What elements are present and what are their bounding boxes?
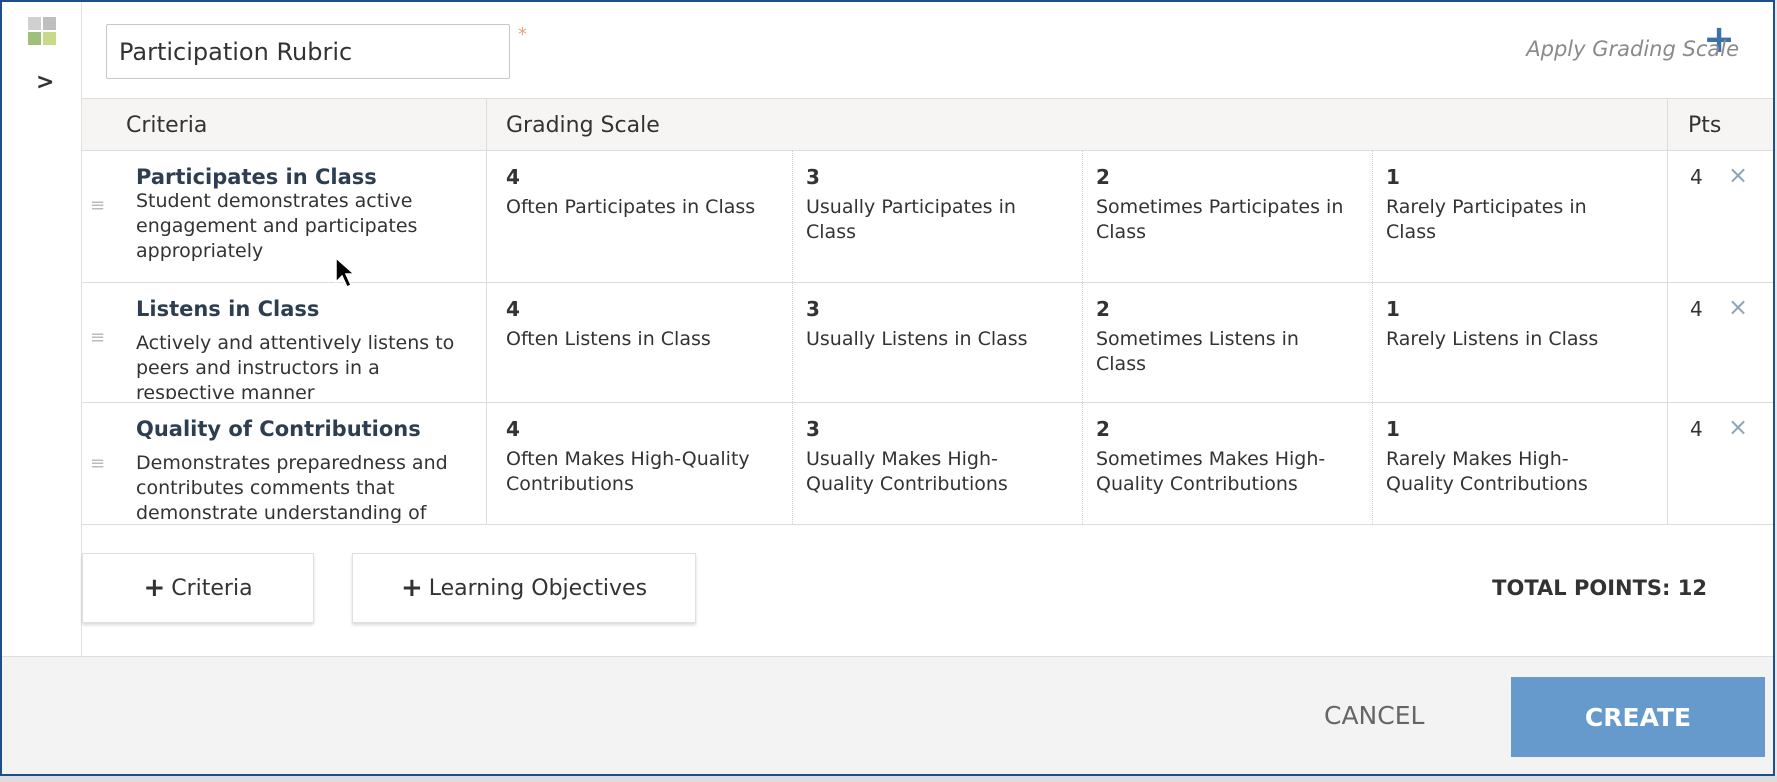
apply-grading-scale-link[interactable]: Apply Grading Scale: [1526, 37, 1739, 61]
points-value[interactable]: 4: [1690, 297, 1703, 321]
background-strip: [0, 776, 1777, 782]
cancel-button[interactable]: CANCEL: [1324, 701, 1424, 730]
level-description: Rarely Participates in Class: [1386, 196, 1587, 243]
level-description: Rarely Listens in Class: [1386, 328, 1599, 350]
modal-footer: CANCEL CREATE: [2, 656, 1773, 774]
level-score: 4: [506, 297, 520, 321]
level-cell[interactable]: 1 Rarely Participates in Class: [1386, 165, 1636, 245]
criteria-description[interactable]: Demonstrates preparedness and contribute…: [136, 451, 466, 524]
level-cell[interactable]: 3 Usually Participates in Class: [806, 165, 1056, 245]
level-score: 1: [1386, 297, 1400, 321]
level-cell[interactable]: 1 Rarely Makes High-Quality Contribution…: [1386, 417, 1636, 497]
points-value[interactable]: 4: [1690, 165, 1703, 189]
level-description: Sometimes Participates in Class: [1096, 196, 1344, 243]
add-learning-objectives-label: Learning Objectives: [428, 575, 648, 601]
level-cell[interactable]: 2 Sometimes Makes High-Quality Contribut…: [1096, 417, 1346, 497]
level-description: Sometimes Makes High-Quality Contributio…: [1096, 448, 1326, 495]
mouse-cursor-icon: [335, 256, 356, 289]
level-score: 4: [506, 417, 520, 441]
level-description: Often Listens in Class: [506, 328, 711, 350]
level-score: 3: [806, 165, 820, 189]
drag-handle-icon[interactable]: ≡: [90, 197, 106, 215]
add-criteria-label: Criteria: [171, 575, 253, 601]
level-cell[interactable]: 1 Rarely Listens in Class: [1386, 297, 1636, 352]
criteria-description[interactable]: Student demonstrates active engagement a…: [136, 189, 466, 264]
level-score: 1: [1386, 165, 1400, 189]
level-cell[interactable]: 3 Usually Listens in Class: [806, 297, 1056, 352]
header-grading-scale: Grading Scale: [506, 113, 660, 138]
grid-view-icon[interactable]: [28, 17, 58, 47]
level-score: 1: [1386, 417, 1400, 441]
create-button[interactable]: CREATE: [1511, 677, 1765, 757]
criteria-row: ≡ Quality of Contributions Demonstrates …: [82, 403, 1773, 524]
rubric-title-input[interactable]: [106, 24, 510, 79]
level-description: Sometimes Listens in Class: [1096, 328, 1299, 375]
rubric-title-wrap: *: [106, 24, 527, 79]
add-learning-objectives-button[interactable]: + Learning Objectives: [352, 553, 696, 623]
add-criteria-button[interactable]: + Criteria: [82, 553, 314, 623]
left-rail: >: [2, 2, 82, 658]
plus-icon: +: [400, 573, 423, 603]
remove-criteria-icon[interactable]: ×: [1728, 293, 1748, 321]
level-score: 3: [806, 417, 820, 441]
criteria-name[interactable]: Quality of Contributions: [136, 417, 421, 441]
level-score: 4: [506, 165, 520, 189]
chevron-right-icon[interactable]: >: [36, 70, 54, 95]
header-pts: Pts: [1688, 113, 1722, 138]
level-cell[interactable]: 4 Often Participates in Class: [506, 165, 756, 220]
points-value[interactable]: 4: [1690, 417, 1703, 441]
rubric-table: Criteria Grading Scale Pts ≡ Participate…: [82, 98, 1773, 525]
criteria-row: ≡ Listens in Class Actively and attentiv…: [82, 283, 1773, 403]
rubric-modal: > * + Apply Grading Scale Criteria Gradi…: [0, 0, 1775, 776]
level-score: 2: [1096, 165, 1110, 189]
level-cell[interactable]: 2 Sometimes Listens in Class: [1096, 297, 1346, 377]
level-score: 2: [1096, 297, 1110, 321]
level-score: 3: [806, 297, 820, 321]
drag-handle-icon[interactable]: ≡: [90, 455, 106, 473]
plus-icon: +: [143, 573, 166, 603]
remove-criteria-icon[interactable]: ×: [1728, 161, 1748, 189]
level-description: Usually Listens in Class: [806, 328, 1028, 350]
total-points: TOTAL POINTS: 12: [1492, 576, 1707, 600]
level-cell[interactable]: 4 Often Listens in Class: [506, 297, 756, 352]
criteria-description[interactable]: Actively and attentively listens to peer…: [136, 331, 466, 399]
level-cell[interactable]: 2 Sometimes Participates in Class: [1096, 165, 1346, 245]
criteria-name[interactable]: Participates in Class: [136, 165, 377, 189]
level-description: Rarely Makes High-Quality Contributions: [1386, 448, 1588, 495]
level-description: Usually Participates in Class: [806, 196, 1016, 243]
level-cell[interactable]: 4 Often Makes High-Quality Contributions: [506, 417, 756, 497]
level-score: 2: [1096, 417, 1110, 441]
level-description: Often Makes High-Quality Contributions: [506, 448, 750, 495]
level-description: Usually Makes High-Quality Contributions: [806, 448, 1008, 495]
criteria-name[interactable]: Listens in Class: [136, 297, 319, 321]
header-criteria: Criteria: [126, 113, 208, 138]
required-star: *: [518, 24, 527, 45]
level-cell[interactable]: 3 Usually Makes High-Quality Contributio…: [806, 417, 1056, 497]
level-description: Often Participates in Class: [506, 196, 756, 218]
table-header: Criteria Grading Scale Pts: [82, 99, 1773, 151]
drag-handle-icon[interactable]: ≡: [90, 329, 106, 347]
remove-criteria-icon[interactable]: ×: [1728, 413, 1748, 441]
